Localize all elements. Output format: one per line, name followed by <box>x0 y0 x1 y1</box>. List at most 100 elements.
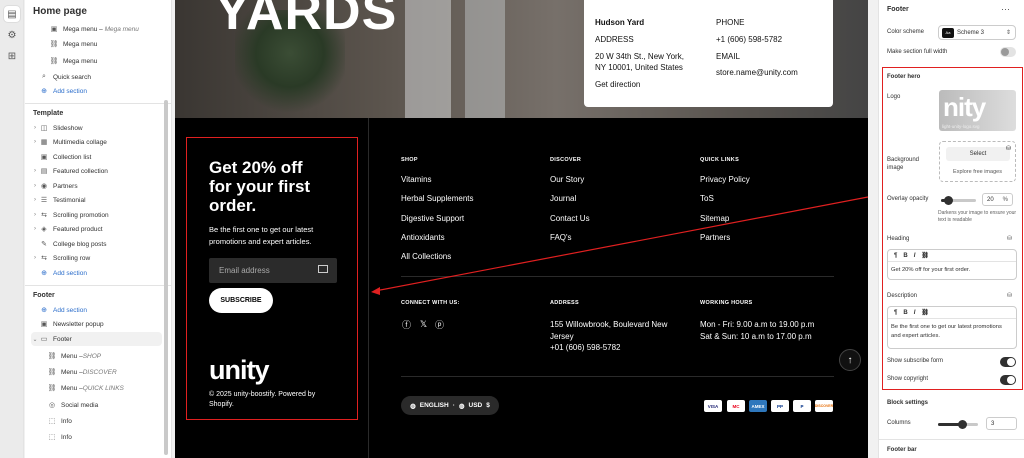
link-icon[interactable]: ⛓ <box>921 309 929 316</box>
tree-item-info[interactable]: ⬚ Info <box>47 414 72 428</box>
database-icon[interactable]: ⛁ <box>1006 145 1011 152</box>
heading-text[interactable]: Get 20% off for your first order. <box>888 262 1016 279</box>
chevron-right-icon[interactable]: › <box>31 183 39 189</box>
logo-image-picker[interactable]: nity light-unity-logo.svg <box>939 90 1016 131</box>
apps-icon[interactable]: ⊞ <box>4 48 20 64</box>
gear-icon[interactable]: ⚙ <box>4 27 20 43</box>
tree-item-scrolling-row[interactable]: › ⇆ Scrolling row <box>31 251 90 265</box>
italic-icon[interactable]: I <box>914 253 916 259</box>
slider-handle[interactable] <box>958 420 967 429</box>
more-icon[interactable]: ⋯ <box>1001 4 1010 15</box>
tree-item-slideshow[interactable]: › ◫ Slideshow <box>31 121 83 135</box>
heading-editor[interactable]: ¶ B I ⛓ Get 20% off for your first order… <box>887 249 1017 280</box>
mail-icon[interactable] <box>318 265 328 273</box>
tree-item-info[interactable]: ⬚ Info <box>47 430 72 444</box>
tree-item-newsletter-popup[interactable]: ▣ Newsletter popup <box>39 317 104 331</box>
slider-handle[interactable] <box>944 196 953 205</box>
overlay-opacity-input[interactable]: 20 % <box>982 193 1013 206</box>
show-subscribe-toggle[interactable] <box>1000 357 1016 367</box>
footer-link[interactable]: Privacy Policy <box>700 175 750 184</box>
chevron-right-icon[interactable]: › <box>31 168 39 174</box>
add-section-button[interactable]: ⊕ Add section <box>39 84 87 98</box>
pinterest-icon[interactable]: ⓟ <box>434 319 445 330</box>
paragraph-icon[interactable]: ¶ <box>894 253 897 259</box>
scroll-to-top-button[interactable]: ↑ <box>839 349 861 371</box>
footer-link[interactable]: Antioxidants <box>401 233 445 242</box>
chevron-right-icon[interactable]: › <box>31 212 39 218</box>
full-width-toggle[interactable] <box>1000 47 1016 57</box>
footer-link[interactable]: Digestive Support <box>401 214 464 223</box>
select-image-button[interactable]: Select <box>946 147 1010 161</box>
tree-item[interactable]: ⛓ Mega menu <box>49 37 98 51</box>
columns-slider[interactable] <box>938 420 978 429</box>
get-direction-link[interactable]: Get direction <box>595 80 640 89</box>
tree-item-menu-discover[interactable]: ⛓ Menu – DISCOVER <box>47 365 117 379</box>
database-icon[interactable]: ⛁ <box>1007 292 1012 299</box>
add-section-button[interactable]: ⊕ Add section <box>39 266 87 280</box>
footer-link[interactable]: FAQ's <box>550 233 572 242</box>
tree-item-blog-posts[interactable]: ✎ College blog posts <box>39 237 106 251</box>
tree-item-menu-quick-links[interactable]: ⛓ Menu – QUICK LINKS <box>47 381 124 395</box>
columns-input[interactable]: 3 <box>986 417 1017 430</box>
tree-item[interactable]: ⌕ Quick search <box>39 70 91 84</box>
color-scheme-select[interactable]: Aa Scheme 3 ⇕ <box>938 25 1016 40</box>
footer-link[interactable]: All Collections <box>401 252 451 261</box>
italic-icon[interactable]: I <box>914 310 916 316</box>
tree-item-social-media[interactable]: ◎ Social media <box>47 398 98 412</box>
chevron-right-icon[interactable]: › <box>31 197 39 203</box>
overlay-help-text: Darkens your image to ensure your text i… <box>938 210 1017 223</box>
overlay-opacity-slider[interactable] <box>941 196 976 205</box>
facebook-icon[interactable]: ⓕ <box>401 319 412 330</box>
chevron-down-icon[interactable]: ⌄ <box>31 336 39 343</box>
tree-item-collection-list[interactable]: ▣ Collection list <box>39 150 92 164</box>
explore-images-link[interactable]: Explore free images <box>940 169 1015 175</box>
description-editor[interactable]: ¶ B I ⛓ Be the first one to get our late… <box>887 306 1017 349</box>
tree-item-featured-collection[interactable]: › ▤ Featured collection <box>31 164 108 178</box>
link-icon[interactable]: ⛓ <box>921 252 929 259</box>
sidebar-scrollbar[interactable] <box>164 100 168 455</box>
email-value[interactable]: store.name@unity.com <box>716 68 798 77</box>
sections-icon[interactable]: ▤ <box>4 6 20 22</box>
database-icon[interactable]: ⛁ <box>1007 235 1012 242</box>
subscribe-button[interactable]: SUBSCRIBE <box>209 288 273 313</box>
chevron-right-icon[interactable]: › <box>31 139 39 145</box>
email-placeholder: Email address <box>219 266 270 275</box>
footer-link[interactable]: Vitamins <box>401 175 432 184</box>
bold-icon[interactable]: B <box>903 253 907 259</box>
phone-value[interactable]: +1 (606) 598-5782 <box>716 35 782 44</box>
tree-item-featured-product[interactable]: › ◈ Featured product <box>31 222 103 236</box>
chevron-right-icon[interactable]: › <box>31 226 39 232</box>
tree-item-testimonial[interactable]: › ☰ Testimonial <box>31 193 86 207</box>
show-copyright-toggle[interactable] <box>1000 375 1016 385</box>
description-text[interactable]: Be the first one to get our latest promo… <box>888 319 1016 345</box>
template-heading: Template <box>33 110 64 117</box>
x-twitter-icon[interactable]: 𝕏 <box>418 319 429 330</box>
tree-item-menu-shop[interactable]: ⛓ Menu – SHOP <box>47 349 102 363</box>
marquee-icon: ⇆ <box>41 212 47 219</box>
footer-link[interactable]: ToS <box>700 194 714 203</box>
unity-logo[interactable]: unity <box>209 355 269 386</box>
footer-link[interactable]: Our Story <box>550 175 584 184</box>
footer-link[interactable]: Contact Us <box>550 214 590 223</box>
bold-icon[interactable]: B <box>903 310 907 316</box>
chevron-right-icon[interactable]: › <box>31 125 39 131</box>
footer-link[interactable]: Herbal Supplements <box>401 194 473 203</box>
tree-item[interactable]: ⛓ Mega menu <box>49 54 98 68</box>
tree-item[interactable]: ▣ Mega menu – Mega menu <box>49 22 139 36</box>
footer-link[interactable]: Journal <box>550 194 576 203</box>
tree-item-footer[interactable]: ⌄ ▭ Footer <box>31 332 162 346</box>
theme-preview: YARDS Hudson Yard ADDRESS 20 W 34th St.,… <box>175 0 868 458</box>
add-section-button[interactable]: ⊕ Add section <box>39 303 87 317</box>
localization-selector[interactable]: ◍ ENGLISH · ◍ USD $ <box>401 396 499 415</box>
email-input[interactable]: Email address <box>209 258 337 283</box>
footer-link[interactable]: Partners <box>700 233 730 242</box>
paragraph-icon[interactable]: ¶ <box>894 310 897 316</box>
headline-line: for your first <box>209 177 311 196</box>
chevron-right-icon[interactable]: › <box>31 255 39 261</box>
tree-item-multimedia-collage[interactable]: › ▦ Multimedia collage <box>31 135 107 149</box>
divider <box>25 103 171 104</box>
tree-item-scrolling-promotion[interactable]: › ⇆ Scrolling promotion <box>31 208 109 222</box>
footer-link[interactable]: Sitemap <box>700 214 729 223</box>
copyright-line: © 2025 unity-boostify. Powered by <box>209 391 316 398</box>
tree-item-partners[interactable]: › ◉ Partners <box>31 179 78 193</box>
